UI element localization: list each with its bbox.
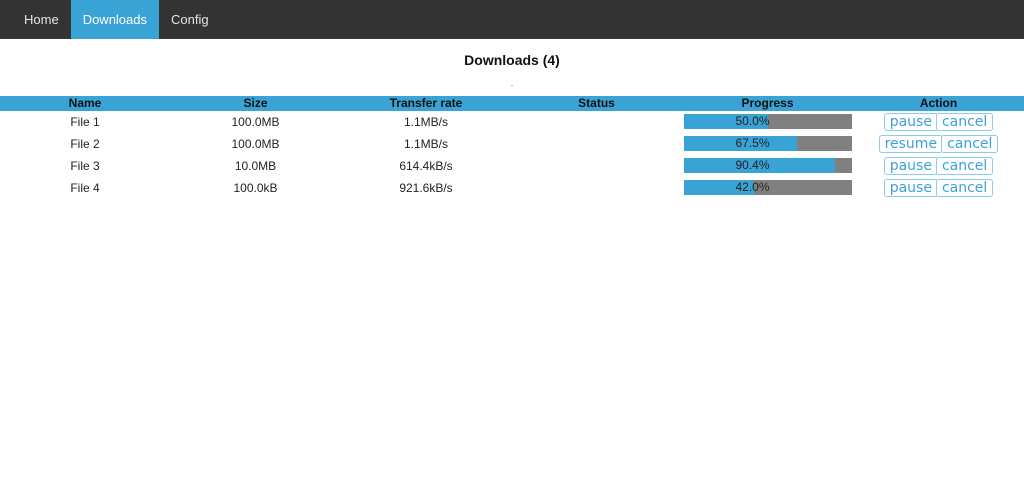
pause-button[interactable]: pause	[883, 112, 938, 131]
cell-name: File 2	[70, 137, 100, 151]
cancel-button[interactable]: cancel	[935, 112, 994, 131]
progress-label: 67.5%	[735, 136, 770, 151]
cell-size: 100.0MB	[231, 115, 280, 129]
cell-size: 10.0MB	[234, 159, 277, 173]
cell-progress: 50.0%	[682, 111, 853, 133]
cell-action: pause cancel	[853, 177, 1024, 199]
progress-bar: 90.4%	[683, 158, 852, 174]
table-row: File 3 10.0MB 614.4kB/s 90.4% pause cancel	[0, 155, 1024, 177]
nav-downloads[interactable]: Downloads	[70, 0, 160, 39]
top-nav: Home Downloads Config	[0, 0, 1024, 39]
cell-size: 100.0kB	[233, 181, 278, 195]
cell-name: File 4	[70, 181, 100, 195]
page-title: Downloads (4)	[464, 52, 560, 68]
header-progress[interactable]: Progress	[682, 96, 853, 111]
cell-status	[511, 111, 682, 133]
progress-label: 90.4%	[735, 158, 770, 173]
progress-bar: 67.5%	[683, 136, 852, 152]
header-size[interactable]: Size	[170, 96, 341, 111]
cancel-button[interactable]: cancel	[941, 134, 999, 153]
cell-size: 100.0MB	[231, 137, 280, 151]
cancel-button[interactable]: cancel	[935, 178, 994, 197]
progress-label: 50.0%	[735, 114, 770, 129]
pause-button[interactable]: pause	[883, 156, 938, 175]
cell-action: pause cancel	[853, 155, 1024, 177]
cell-progress: 42.0%	[682, 177, 853, 199]
table-header-row: Name Size Transfer rate Status Progress …	[0, 96, 1024, 111]
cell-status	[511, 133, 682, 155]
progress-label: 42.0%	[735, 180, 770, 195]
header-action: Action	[919, 96, 958, 110]
cell-transfer-rate: 614.4kB/s	[399, 159, 453, 173]
pause-button[interactable]: pause	[883, 178, 938, 197]
separator-dot: .	[510, 78, 514, 88]
cell-transfer-rate: 921.6kB/s	[399, 181, 453, 195]
progress-bar: 42.0%	[683, 180, 852, 196]
table-row: File 4 100.0kB 921.6kB/s 42.0% pause cancel	[0, 177, 1024, 199]
downloads-table: Name Size Transfer rate Status Progress …	[0, 96, 1024, 199]
cancel-button[interactable]: cancel	[935, 156, 994, 175]
cell-action: pause cancel	[853, 111, 1024, 133]
cell-progress: 67.5%	[682, 133, 853, 155]
nav-home[interactable]: Home	[12, 0, 71, 39]
cell-transfer-rate: 1.1MB/s	[403, 137, 448, 151]
header-status[interactable]: Status	[511, 96, 682, 111]
cell-action: resume cancel	[853, 133, 1024, 155]
table-row: File 2 100.0MB 1.1MB/s 67.5% resume cancel	[0, 133, 1024, 155]
nav-config[interactable]: Config	[159, 0, 221, 39]
header-transfer-rate[interactable]: Transfer rate	[341, 96, 511, 111]
cell-transfer-rate: 1.1MB/s	[403, 115, 448, 129]
cell-status	[511, 155, 682, 177]
cell-progress: 90.4%	[682, 155, 853, 177]
table-row: File 1 100.0MB 1.1MB/s 50.0% pause cancel	[0, 111, 1024, 133]
resume-button[interactable]: resume	[878, 134, 944, 153]
cell-status	[511, 177, 682, 199]
cell-name: File 1	[70, 115, 100, 129]
progress-bar: 50.0%	[683, 114, 852, 130]
cell-name: File 3	[70, 159, 100, 173]
header-name[interactable]: Name	[0, 96, 170, 111]
